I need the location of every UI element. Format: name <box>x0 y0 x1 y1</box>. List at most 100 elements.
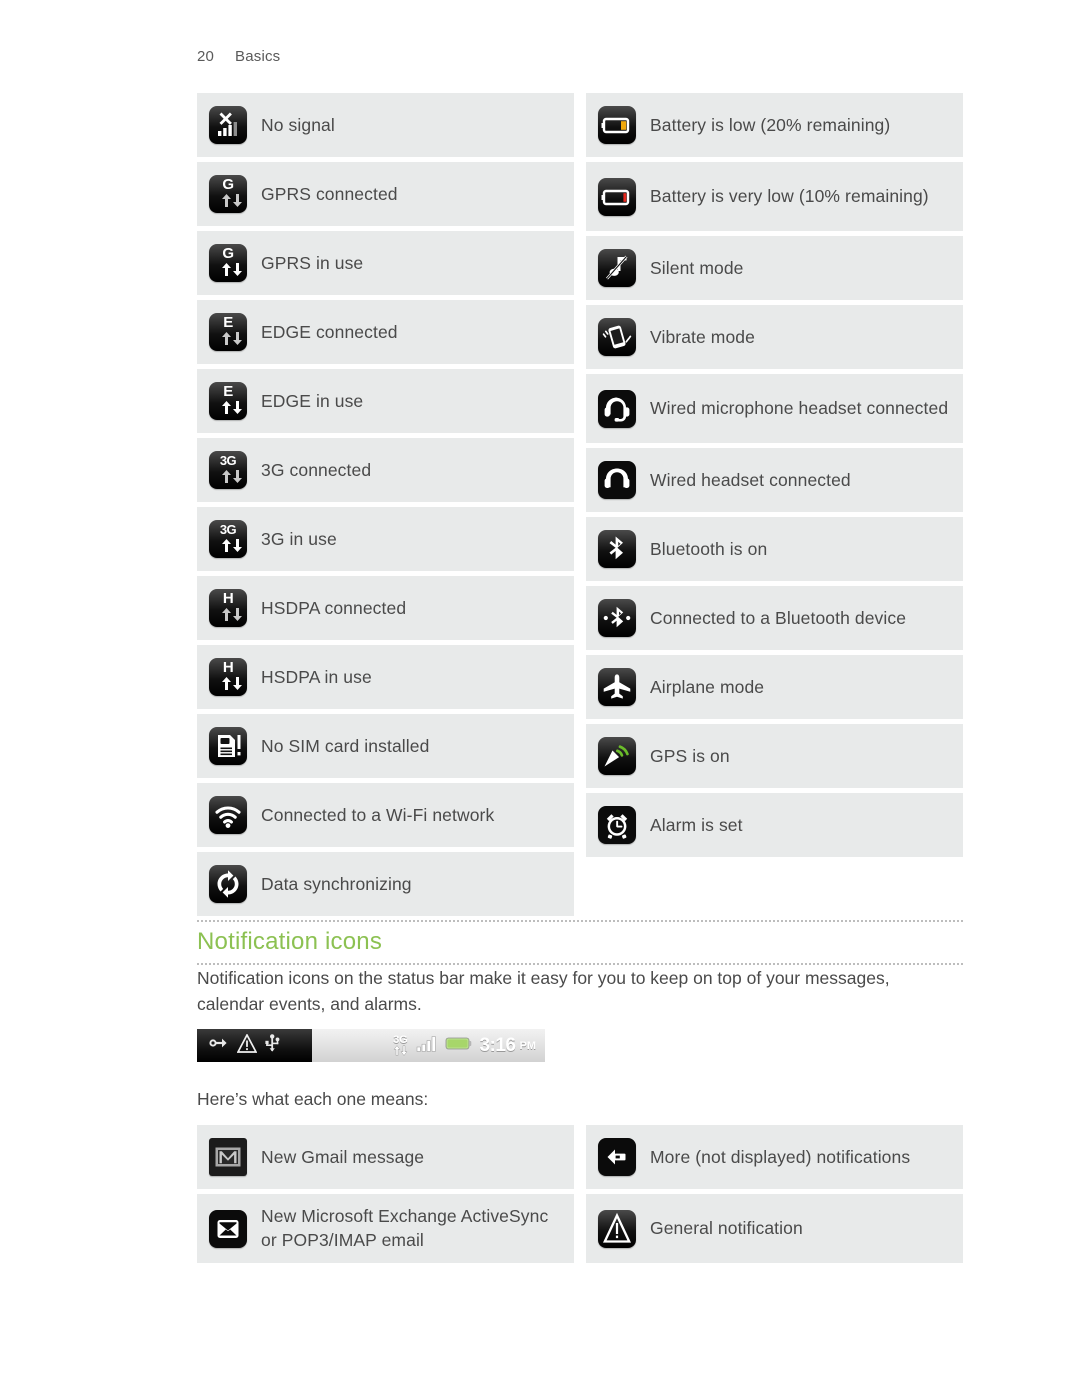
table-row: More (not displayed) notifications <box>586 1125 963 1189</box>
gprs-connected-icon: G <box>209 175 247 213</box>
bluetooth-connected-icon <box>598 599 636 637</box>
status-icons-left-column: No signal G GPRS connected G GPRS in use… <box>197 93 574 916</box>
row-label: GPS is on <box>650 745 730 766</box>
battery-full-icon <box>445 1036 472 1056</box>
row-label: Wired headset connected <box>650 469 851 490</box>
table-row: New Gmail message <box>197 1125 574 1189</box>
wifi-icon <box>209 796 247 834</box>
row-label: Battery is very low (10% remaining) <box>650 185 929 206</box>
table-row: E EDGE in use <box>197 369 574 433</box>
table-row: H HSDPA connected <box>197 576 574 640</box>
table-row: No signal <box>197 93 574 157</box>
row-label: 3G connected <box>261 459 372 480</box>
table-row: 3G 3G in use <box>197 507 574 571</box>
vibrate-mode-icon <box>598 318 636 356</box>
row-label: HSDPA in use <box>261 666 372 687</box>
row-label: No signal <box>261 114 335 135</box>
battery-very-low-icon <box>598 177 636 216</box>
table-row: Bluetooth is on <box>586 517 963 581</box>
warning-triangle-icon <box>236 1032 258 1058</box>
row-label: Data synchronizing <box>261 873 412 894</box>
page-number: 20 <box>197 48 215 65</box>
row-label: More (not displayed) notifications <box>650 1146 911 1167</box>
table-row: Wired headset connected <box>586 448 963 512</box>
status-bar-ampm: PM <box>519 1039 537 1052</box>
table-row: New Microsoft Exchange ActiveSync or POP… <box>197 1194 574 1263</box>
chapter-name: Basics <box>235 48 281 65</box>
3g-in-use-icon: 3G <box>209 520 247 558</box>
notification-icons-right-column: More (not displayed) notifications Gener… <box>586 1125 963 1263</box>
row-label: Connected to a Bluetooth device <box>650 607 907 628</box>
table-row: Vibrate mode <box>586 305 963 369</box>
row-label: EDGE in use <box>261 390 364 411</box>
call-link-icon <box>208 1035 230 1056</box>
table-row: GPS is on <box>586 724 963 788</box>
status-icons-table: No signal G GPRS connected G GPRS in use… <box>197 93 963 916</box>
usb-icon <box>264 1033 281 1058</box>
table-row: Battery is low (20% remaining) <box>586 93 963 157</box>
table-row: 3G 3G connected <box>197 438 574 502</box>
table-row: Silent mode <box>586 236 963 300</box>
row-label: New Microsoft Exchange ActiveSync or POP… <box>261 1205 549 1250</box>
table-row: Alarm is set <box>586 793 963 857</box>
3g-connected-icon: 3G <box>209 451 247 489</box>
row-label: Connected to a Wi-Fi network <box>261 804 495 825</box>
row-label: Silent mode <box>650 257 744 278</box>
status-bar-time: 3:16 <box>479 1034 516 1056</box>
headset-mic-icon <box>598 389 636 428</box>
table-row: Data synchronizing <box>197 852 574 916</box>
row-label: GPRS in use <box>261 252 364 273</box>
table-row: Battery is very low (10% remaining) <box>586 162 963 231</box>
row-label: No SIM card installed <box>261 735 430 756</box>
row-label: Battery is low (20% remaining) <box>650 114 891 135</box>
row-label: General notification <box>650 1218 803 1239</box>
row-label: Wired microphone headset connected <box>650 397 949 418</box>
row-label: Airplane mode <box>650 676 765 697</box>
gmail-icon <box>209 1138 247 1176</box>
table-row: General notification <box>586 1194 963 1263</box>
general-notification-icon <box>598 1209 636 1248</box>
manual-page: 20 Basics No signal G GPRS connected G G… <box>0 0 1080 1397</box>
status-bar-notification-area <box>197 1029 312 1062</box>
edge-in-use-icon: E <box>209 382 247 420</box>
notification-icons-left-column: New Gmail message New Microsoft Exchange… <box>197 1125 574 1263</box>
table-row: G GPRS in use <box>197 231 574 295</box>
table-row: No SIM card installed <box>197 714 574 778</box>
row-label: EDGE connected <box>261 321 398 342</box>
table-row: G GPRS connected <box>197 162 574 226</box>
alarm-clock-icon <box>598 806 636 844</box>
more-notifications-icon <box>598 1138 636 1176</box>
gps-icon <box>598 737 636 775</box>
status-bar-system-area: 3G 3:16 PM <box>312 1029 545 1062</box>
bluetooth-icon <box>598 530 636 568</box>
row-label: GPRS connected <box>261 183 398 204</box>
section-caption: Here’s what each one means: <box>197 1089 429 1109</box>
status-bar-3g-icon: 3G <box>391 1034 409 1057</box>
email-envelope-icon <box>209 1209 247 1248</box>
sync-icon <box>209 865 247 903</box>
section-intro-paragraph: Notification icons on the status bar mak… <box>197 968 890 1015</box>
headphones-icon <box>598 461 636 499</box>
table-row: Wired microphone headset connected <box>586 374 963 443</box>
hsdpa-connected-icon: H <box>209 589 247 627</box>
table-row: H HSDPA in use <box>197 645 574 709</box>
table-row: Airplane mode <box>586 655 963 719</box>
table-row: E EDGE connected <box>197 300 574 364</box>
row-label: 3G in use <box>261 528 337 549</box>
notification-section-header: Notification icons <box>197 920 963 965</box>
row-label: Bluetooth is on <box>650 538 768 559</box>
edge-connected-icon: E <box>209 313 247 351</box>
running-header: 20 Basics <box>197 48 280 65</box>
row-label: Vibrate mode <box>650 326 755 347</box>
notification-icons-table: New Gmail message New Microsoft Exchange… <box>197 1125 963 1263</box>
status-icons-right-column: Battery is low (20% remaining) Battery i… <box>586 93 963 916</box>
table-row: Connected to a Wi-Fi network <box>197 783 574 847</box>
silent-mode-icon <box>598 249 636 287</box>
no-sim-card-icon <box>209 727 247 765</box>
battery-low-icon <box>598 106 636 144</box>
airplane-icon <box>598 668 636 706</box>
section-title: Notification icons <box>197 928 383 955</box>
gprs-in-use-icon: G <box>209 244 247 282</box>
hsdpa-in-use-icon: H <box>209 658 247 696</box>
signal-bars-icon <box>416 1035 438 1057</box>
